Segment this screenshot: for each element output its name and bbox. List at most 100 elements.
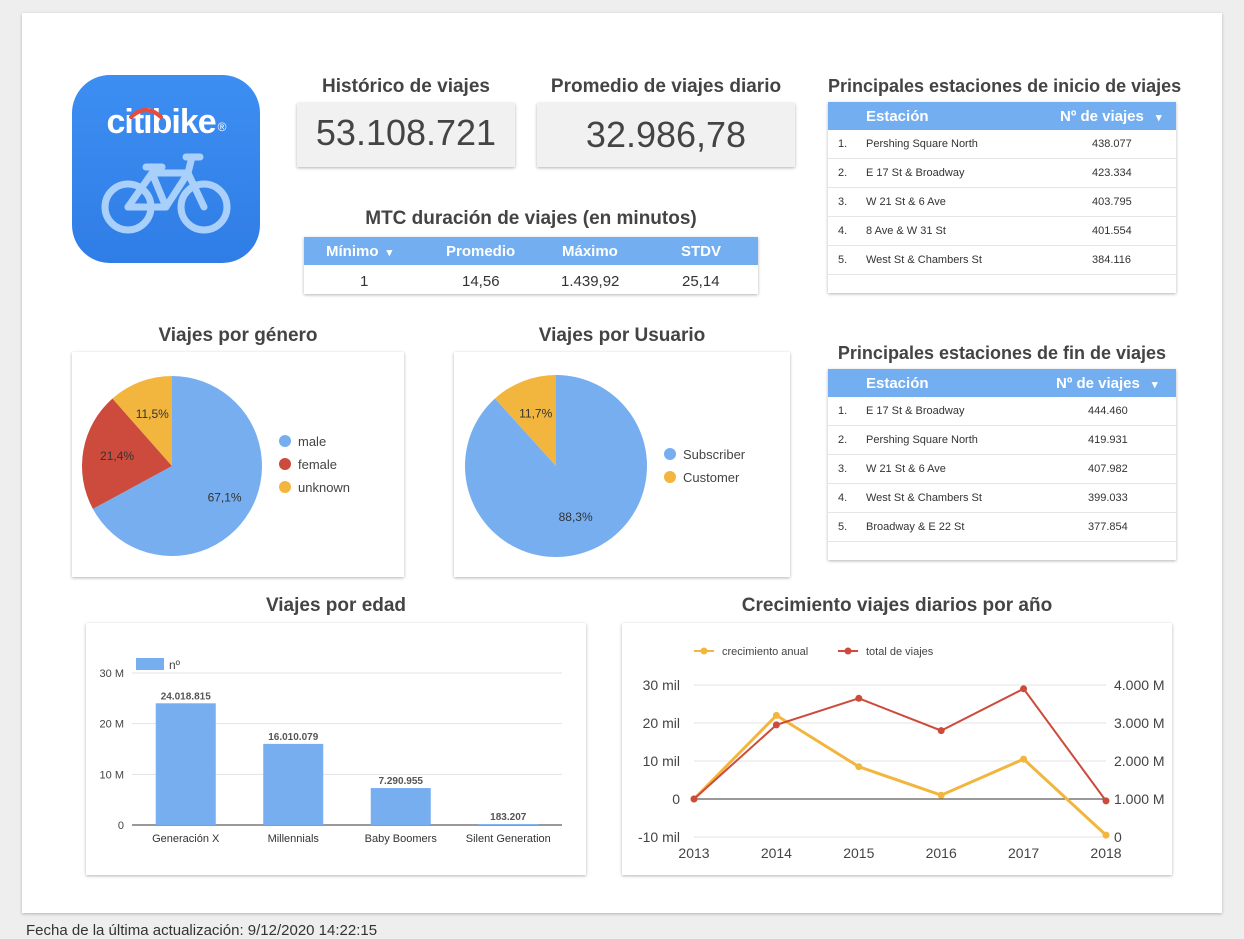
series-point (855, 763, 863, 771)
x-tick-label: 2013 (678, 845, 709, 861)
fin-table: Estación Nº de viajes ▾ 1. E 17 St & Broa… (828, 369, 1176, 560)
table-row: 2. E 17 St & Broadway 423.334 (828, 159, 1176, 188)
rank-cell: 5. (838, 521, 848, 533)
y-right-tick-label: 4.000 M (1114, 677, 1165, 693)
rank-cell: 3. (838, 463, 848, 475)
genero-title: Viajes por género (158, 325, 318, 346)
mtc-col-min[interactable]: Mínimo ▾ (326, 243, 392, 260)
rank-cell: 4. (838, 492, 848, 504)
trips-cell: 399.033 (1088, 492, 1128, 504)
inicio-col-trips[interactable]: Nº de viajes ▾ (1060, 108, 1162, 125)
edad-bar-chart: 0 10 M 20 M 30 M 24.018.815 Generación X 16.01… (100, 658, 562, 845)
rank-cell: 2. (838, 167, 848, 179)
legend-label-Customer: Customer (683, 470, 740, 485)
legend-dot-female (279, 458, 291, 470)
rank-cell: 4. (838, 225, 848, 237)
citibike-logo: citibike ® (72, 75, 260, 263)
usuario-chart: 88,3% 11,7% Subscriber Customer (454, 352, 790, 577)
fin-rows: 1. E 17 St & Broadway 444.460 2. Pershing Sq… (828, 397, 1176, 542)
mtc-max-value: 1.439,92 (561, 273, 620, 290)
table-row: 2. Pershing Square North 419.931 (828, 426, 1176, 455)
pie-value-label: 11,7% (519, 406, 552, 420)
trips-cell: 403.795 (1092, 196, 1132, 208)
trips-cell: 438.077 (1092, 138, 1132, 150)
series-point (1020, 685, 1028, 693)
bar (370, 788, 431, 825)
last-update-footer: Fecha de la última actualización: 9/12/2… (26, 922, 378, 939)
inicio-table: Estación Nº de viajes ▾ 1. Pershing Squar… (828, 102, 1176, 293)
station-cell: E 17 St & Broadway (866, 167, 965, 179)
pie-value-label: 11,5% (136, 407, 169, 421)
fin-col-station: Estación (866, 375, 929, 392)
mtc-table: Mínimo ▾ Promedio Máximo STDV 1 14,56 1.… (304, 237, 758, 294)
promedio-value: 32.986,78 (537, 103, 795, 167)
y-tick-label: 20 M (100, 719, 124, 731)
y-tick-label: 0 (118, 820, 124, 832)
table-row: 1. E 17 St & Broadway 444.460 (828, 397, 1176, 426)
x-tick-label: 2016 (926, 845, 957, 861)
rank-cell: 2. (838, 434, 848, 446)
trips-cell: 384.116 (1092, 254, 1131, 266)
series-point (937, 791, 945, 799)
legend-dot-Customer (664, 471, 676, 483)
mtc-title: MTC duración de viajes (en minutos) (365, 208, 697, 229)
series-line-total-de-viajes (693, 687, 1107, 802)
table-row: 4. West St & Chambers St 399.033 (828, 484, 1176, 513)
series-point (937, 727, 945, 735)
fin-title: Principales estaciones de fin de viajes (837, 343, 1167, 363)
crecimiento-title: Crecimiento viajes diarios por año (741, 595, 1053, 616)
series-point (1102, 831, 1110, 839)
bar-value-label: 183.207 (490, 812, 527, 823)
mtc-row: 1 14,56 1.439,92 25,14 (304, 265, 758, 294)
y-right-tick-label: 0 (1114, 829, 1122, 845)
legend-label-male: male (298, 434, 326, 449)
station-cell: W 21 St & 6 Ave (866, 196, 946, 208)
legend-label-unknown: unknown (298, 480, 350, 495)
edad-title: Viajes por edad (265, 595, 407, 616)
pie-slice-Subscriber (465, 375, 648, 557)
fin-col-trips[interactable]: Nº de viajes ▾ (1056, 375, 1158, 392)
station-cell: West St & Chambers St (866, 492, 982, 504)
pie-value-label: 88,3% (559, 510, 593, 524)
x-tick-label: Millennials (268, 833, 320, 845)
x-tick-label: 2018 (1090, 845, 1121, 861)
historico-value: 53.108.721 (297, 103, 515, 167)
series-line-crecimiento-anual (692, 713, 1108, 837)
station-cell: Pershing Square North (866, 434, 978, 446)
genero-chart: 67,1% 21,4% 11,5% male female unknown (72, 352, 404, 577)
legend-label-Subscriber: Subscriber (683, 447, 746, 462)
y-left-tick-label: -10 mil (638, 829, 680, 845)
y-left-tick-label: 20 mil (643, 715, 680, 731)
mtc-header: Mínimo ▾ Promedio Máximo STDV (304, 237, 758, 265)
crecimiento-chart: -10 mil 0 10 mil 20 mil 30 mil 0 1.000 M 2.000 … (622, 623, 1172, 875)
station-cell: 8 Ave & W 31 St (866, 225, 946, 237)
sort-icon[interactable]: ▾ (1156, 112, 1162, 124)
y-right-tick-label: 2.000 M (1114, 753, 1165, 769)
inicio-title: Principales estaciones de inicio de viaj… (828, 76, 1182, 96)
x-tick-label: Baby Boomers (365, 833, 438, 845)
bike-icon (101, 153, 231, 234)
trips-cell: 419.931 (1088, 434, 1128, 446)
historico-title: Histórico de viajes (322, 76, 490, 97)
series-point (1102, 797, 1110, 805)
legend-marker (700, 647, 708, 655)
sort-icon[interactable]: ▾ (1152, 379, 1158, 391)
logo-arc (129, 108, 163, 119)
rank-cell: 1. (838, 138, 848, 150)
x-tick-label: Silent Generation (466, 833, 551, 845)
station-cell: West St & Chambers St (866, 254, 982, 266)
legend-label: crecimiento anual (722, 646, 808, 658)
legend-dot-unknown (279, 481, 291, 493)
table-row: 5. Broadway & E 22 St 377.854 (828, 513, 1176, 542)
series-point (772, 721, 780, 729)
pie-value-label: 67,1% (208, 490, 242, 504)
sort-icon[interactable]: ▾ (387, 247, 393, 259)
promedio-title: Promedio de viajes diario (550, 76, 782, 97)
usuario-pie: 88,3% 11,7% Subscriber Customer (465, 375, 746, 557)
inicio-col-station: Estación (866, 108, 929, 125)
legend-label: nº (169, 658, 181, 672)
trips-cell: 407.982 (1088, 463, 1128, 475)
trips-cell: 444.460 (1088, 405, 1128, 417)
mtc-stdv-value: 25,14 (682, 273, 720, 290)
trips-cell: 423.334 (1092, 167, 1132, 179)
